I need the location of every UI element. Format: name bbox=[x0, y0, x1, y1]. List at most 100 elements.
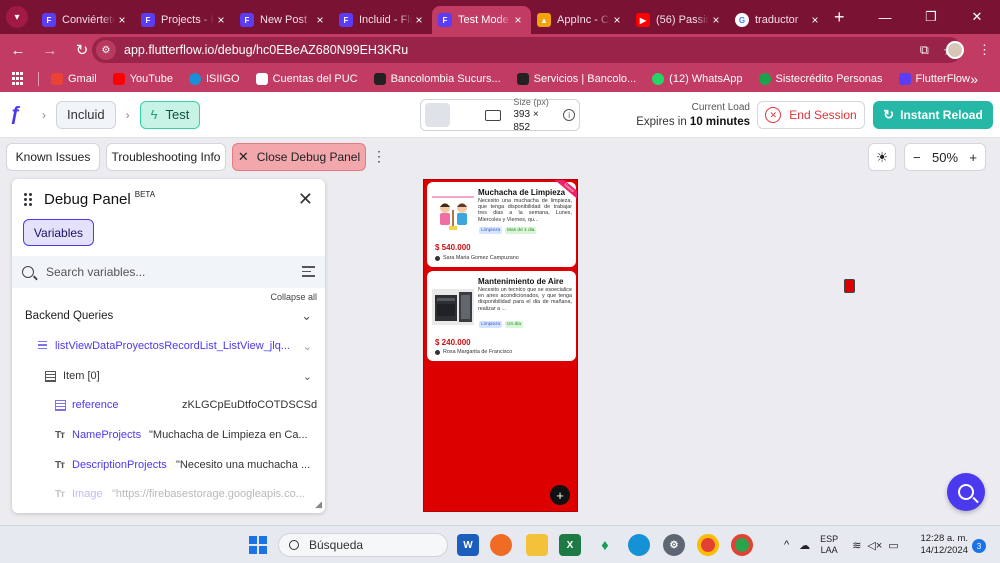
notification-badge[interactable]: 3 bbox=[972, 539, 986, 553]
maximize-icon[interactable]: ❐ bbox=[908, 0, 954, 34]
address-bar[interactable]: ⚙ app.flutterflow.io/debug/hc0EBeAZ680N9… bbox=[92, 37, 962, 63]
battery-icon[interactable]: ▭ bbox=[888, 539, 898, 552]
more-options-icon[interactable]: ⋮ bbox=[372, 148, 386, 165]
add-project-button[interactable]: + bbox=[550, 485, 570, 505]
help-search-button[interactable] bbox=[947, 473, 985, 511]
theme-toggle-button[interactable]: ☀ bbox=[868, 143, 896, 171]
field-row-name-projects[interactable]: Tт NameProjects "Muchacha de Limpieza en… bbox=[55, 425, 312, 445]
query-row[interactable]: listViewDataProyectosRecordList_ListView… bbox=[38, 336, 312, 356]
browser-tab-active[interactable]: F Test Mode × bbox=[432, 6, 531, 34]
browser-tab[interactable]: ▶(56) Passing× bbox=[630, 6, 729, 34]
browser-tab[interactable]: FIncluid - FlutterFlow× bbox=[333, 6, 432, 34]
volume-icon[interactable]: ◁× bbox=[867, 539, 882, 552]
bancolombia-icon bbox=[373, 73, 386, 85]
test-mode-badge[interactable]: ϟ Test bbox=[139, 100, 201, 129]
flutterflow-logo-icon[interactable]: ƒ bbox=[10, 103, 32, 126]
browser-tab[interactable]: ▲AppInc - Cloud× bbox=[531, 6, 630, 34]
flame-app-icon[interactable]: ♦ bbox=[594, 534, 616, 556]
wifi-icon[interactable]: ≋ bbox=[852, 539, 861, 552]
backend-queries-section[interactable]: Backend Queries ⌄ bbox=[25, 306, 312, 326]
bookmark-gmail[interactable]: Gmail bbox=[51, 73, 97, 85]
zoom-in-icon[interactable]: + bbox=[969, 150, 977, 165]
close-window-icon[interactable]: ✕ bbox=[954, 0, 1000, 34]
taskbar-search[interactable]: Búsqueda bbox=[278, 533, 448, 557]
chevron-up-icon[interactable]: ^ bbox=[784, 539, 789, 551]
back-icon[interactable]: ← bbox=[4, 36, 32, 64]
chevron-right-icon: › bbox=[125, 107, 130, 122]
chrome-icon[interactable] bbox=[697, 534, 719, 556]
chrome-profile-icon[interactable] bbox=[731, 534, 753, 556]
bookmark-isiigo[interactable]: ISIIGO bbox=[188, 73, 240, 85]
field-row-reference[interactable]: reference zKLGCpEuDtfoCOTDSCSd bbox=[55, 395, 317, 415]
filter-icon[interactable] bbox=[302, 266, 315, 278]
whatsapp-icon bbox=[652, 73, 665, 85]
word-icon[interactable]: W bbox=[457, 534, 479, 556]
browser-tab[interactable]: Gtraductor × bbox=[729, 6, 828, 34]
tab-search-icon[interactable]: ▾ bbox=[6, 6, 28, 28]
bookmark-sistecredito[interactable]: Sistecrédito Personas bbox=[758, 73, 883, 85]
end-session-button[interactable]: ✕ End Session bbox=[757, 101, 865, 129]
windows-start-icon[interactable] bbox=[249, 536, 267, 554]
instant-reload-button[interactable]: ↻ Instant Reload bbox=[873, 101, 993, 129]
device-tablet-button[interactable] bbox=[452, 103, 855, 293]
close-tab-icon[interactable]: × bbox=[313, 13, 327, 27]
info-icon[interactable]: i bbox=[563, 109, 575, 121]
cast-icon[interactable]: ⧉ bbox=[920, 43, 929, 58]
resize-handle-icon[interactable]: ◢ bbox=[315, 499, 322, 510]
taskbar-clock[interactable]: 12:28 a. m. 14/12/2024 bbox=[916, 533, 968, 557]
zoom-out-icon[interactable]: − bbox=[913, 150, 921, 165]
field-value: "https://firebasestorage.googleapis.co..… bbox=[112, 488, 305, 500]
browser-tab[interactable]: F New Post × bbox=[234, 6, 333, 34]
project-card[interactable]: Mantenimiento de Aire Necesito un tecnic… bbox=[427, 271, 576, 361]
close-tab-icon[interactable]: × bbox=[610, 13, 624, 27]
bookmark-bancolombia-servicios[interactable]: Servicios | Bancolo... bbox=[516, 73, 636, 85]
browser-tab[interactable]: F Conviértete × bbox=[36, 6, 135, 34]
site-info-icon[interactable]: ⚙ bbox=[96, 40, 116, 60]
close-tab-icon[interactable]: × bbox=[115, 13, 129, 27]
close-tab-icon[interactable]: × bbox=[214, 13, 228, 27]
drag-handle-icon[interactable] bbox=[24, 192, 34, 206]
device-phone-button[interactable] bbox=[425, 103, 853, 293]
system-tray: ^ ☁ ESP LAA ≋ ◁× ▭ bbox=[784, 526, 899, 563]
flutterflow-favicon-icon: F bbox=[240, 13, 254, 27]
close-tab-icon[interactable]: × bbox=[511, 13, 525, 27]
edge-icon[interactable] bbox=[628, 534, 650, 556]
new-tab-button[interactable]: + bbox=[834, 0, 845, 34]
bookmark-whatsapp[interactable]: (12) WhatsApp bbox=[652, 73, 743, 85]
cloud-icon[interactable]: ☁ bbox=[799, 539, 810, 552]
forward-icon[interactable]: → bbox=[36, 36, 64, 64]
firefox-icon[interactable] bbox=[490, 534, 512, 556]
troubleshooting-info-button[interactable]: Troubleshooting Info bbox=[106, 143, 226, 171]
excel-icon[interactable]: X bbox=[559, 534, 581, 556]
close-panel-icon[interactable]: ✕ bbox=[298, 189, 313, 210]
field-row-image[interactable]: Tт Image "https://firebasestorage.google… bbox=[55, 484, 312, 504]
bookmark-bancolombia-sucursal[interactable]: Bancolombia Sucurs... bbox=[373, 73, 501, 85]
project-breadcrumb[interactable]: Incluid bbox=[56, 100, 116, 129]
device-desktop-button[interactable] bbox=[480, 103, 505, 127]
browser-tab[interactable]: FProjects - FlutterFlow× bbox=[135, 6, 234, 34]
item-row[interactable]: Item [0] ⌄ bbox=[45, 366, 312, 386]
close-tab-icon[interactable]: × bbox=[808, 13, 822, 27]
field-row-description-projects[interactable]: Tт DescriptionProjects "Necesito una muc… bbox=[55, 455, 312, 475]
close-tab-icon[interactable]: × bbox=[412, 13, 426, 27]
more-bookmarks-icon[interactable]: » bbox=[970, 71, 978, 87]
bookmark-youtube[interactable]: YouTube bbox=[112, 73, 173, 85]
apps-grid-icon[interactable] bbox=[12, 72, 26, 86]
browser-tab-strip: ▾ FConviértete× FProjects - FlutterFlow×… bbox=[0, 0, 1000, 34]
project-card[interactable]: Nuevo Muchacha de Limpieza Necesito una … bbox=[427, 180, 577, 267]
close-tab-icon[interactable]: × bbox=[709, 13, 723, 27]
tab-variables[interactable]: Variables bbox=[23, 219, 94, 246]
search-variables-input[interactable] bbox=[46, 265, 286, 279]
bookmark-flutterflow[interactable]: FlutterFlow bbox=[898, 73, 970, 85]
collapse-all-link[interactable]: Collapse all bbox=[270, 292, 317, 302]
field-value: zKLGCpEuDtfoCOTDSCSd bbox=[182, 399, 318, 411]
settings-gear-icon[interactable]: ⚙ bbox=[663, 534, 685, 556]
minimize-icon[interactable]: — bbox=[862, 0, 908, 34]
input-language[interactable]: ESP LAA bbox=[820, 534, 838, 556]
file-explorer-icon[interactable] bbox=[526, 534, 548, 556]
browser-menu-icon[interactable]: ⋮ bbox=[978, 42, 991, 58]
known-issues-button[interactable]: Known Issues bbox=[6, 143, 100, 171]
profile-avatar[interactable] bbox=[946, 41, 964, 59]
close-debug-panel-button[interactable]: ✕ Close Debug Panel bbox=[232, 143, 366, 171]
bookmark-puc[interactable]: Cuentas del PUC bbox=[255, 73, 358, 85]
